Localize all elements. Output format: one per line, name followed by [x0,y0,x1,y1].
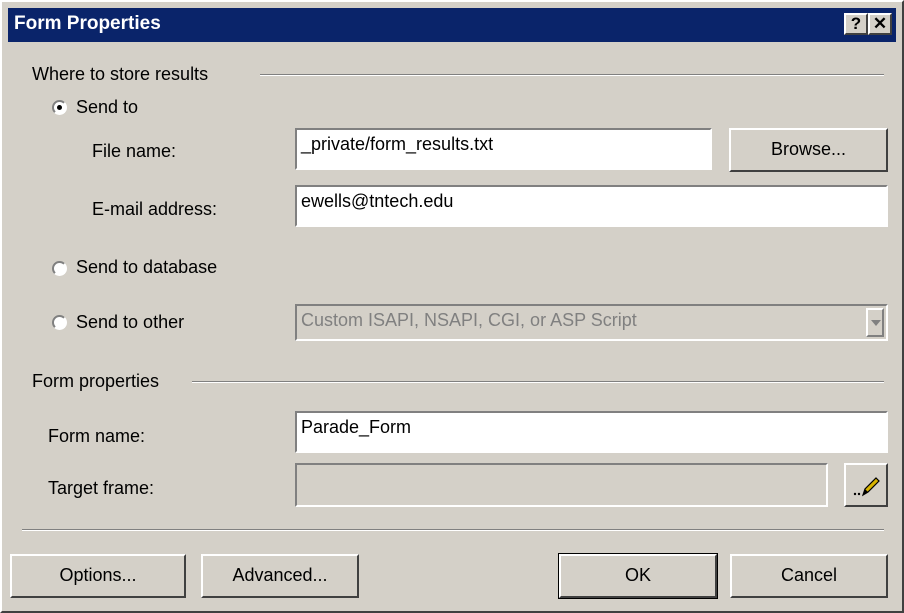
dropdown-arrow-icon[interactable] [866,308,884,337]
advanced-button[interactable]: Advanced... [201,554,359,598]
store-group-divider [260,74,884,76]
title-bar[interactable]: Form Properties ? ✕ [8,8,896,42]
target-frame-label: Target frame: [48,478,155,498]
form-group-label: Form properties [32,371,160,391]
send-to-label: Send to [76,97,139,117]
send-to-database-radio[interactable] [52,261,67,276]
store-group-label: Where to store results [32,64,209,84]
form-name-input[interactable]: Parade_Form [295,411,888,453]
send-to-other-label: Send to other [76,312,185,332]
form-name-label: Form name: [48,426,146,446]
browse-button-label: Browse... [770,139,847,159]
send-to-other-select-value: Custom ISAPI, NSAPI, CGI, or ASP Script [301,310,637,330]
email-input[interactable]: ewells@tntech.edu [295,185,888,227]
file-name-input[interactable]: _private/form_results.txt [295,128,712,170]
advanced-button-label: Advanced... [232,565,328,585]
email-label: E-mail address: [92,199,218,219]
cancel-button[interactable]: Cancel [730,554,888,598]
ok-button[interactable]: OK [558,553,718,599]
cancel-button-label: Cancel [780,565,838,585]
pencil-icon [853,477,880,497]
file-name-label: File name: [92,141,177,161]
send-to-database-label: Send to database [76,257,218,277]
target-frame-input[interactable] [295,463,828,507]
form-group-divider [192,381,884,383]
close-button[interactable]: ✕ [868,13,892,35]
buttons-divider [22,529,884,531]
options-button[interactable]: Options... [10,554,186,598]
send-to-radio[interactable] [52,100,67,115]
target-frame-button[interactable] [844,463,888,507]
window-title: Form Properties [14,13,161,34]
send-to-other-select[interactable]: Custom ISAPI, NSAPI, CGI, or ASP Script [295,304,888,341]
help-button[interactable]: ? [844,13,868,35]
ok-button-label: OK [624,565,651,585]
browse-button[interactable]: Browse... [729,128,888,172]
options-button-label: Options... [59,565,137,585]
form-properties-dialog: Form Properties ? ✕ Where to store resul… [0,0,904,613]
send-to-other-radio[interactable] [52,315,67,330]
